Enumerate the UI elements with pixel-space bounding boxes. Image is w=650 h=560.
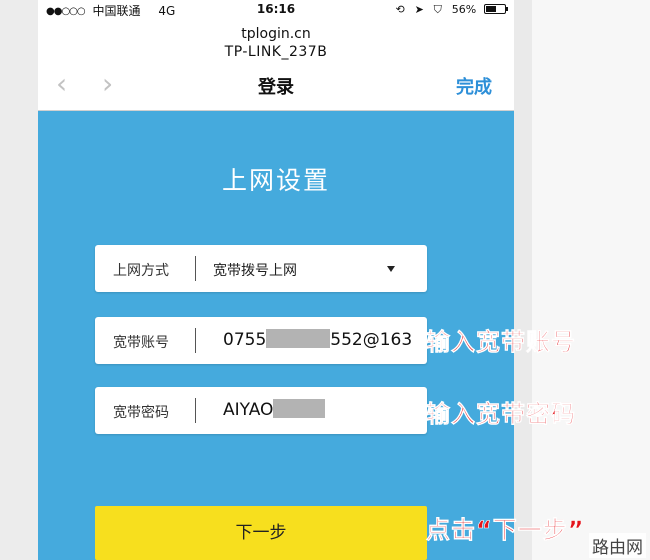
account-label: 宽带账号 [113,335,169,351]
connection-type-select[interactable]: 上网方式 宽带拨号上网 [95,245,427,292]
status-right: ⟲ ➤ ⛉ 56% [390,2,508,17]
annotation-next: 点击“下一步” [426,516,585,545]
account-value-suffix: 552@163 [330,330,413,350]
password-label: 宽带密码 [113,405,169,421]
password-value-prefix: AIYAO [223,400,274,420]
chevron-down-icon[interactable] [387,266,395,272]
connection-type-value: 宽带拨号上网 [213,263,297,279]
account-field[interactable]: 宽带账号 0755 552@163 [95,317,427,364]
account-input[interactable]: 0755 552@163 [223,329,412,350]
watermark: 路由网 [589,533,646,558]
account-value-prefix: 0755 [223,330,267,350]
connection-type-label: 上网方式 [113,263,169,279]
phone-screen: ●●○○○ 中国联通 4G 16:16 ⟲ ➤ ⛉ 56% tplogin.cn… [38,0,514,560]
redaction-mask [266,329,331,348]
done-button[interactable]: 完成 [456,73,492,99]
field-divider [195,398,196,423]
field-divider [195,328,196,353]
phone-bezel-left [0,0,39,560]
location-icon: ➤ [414,3,424,16]
orientation-lock-icon: ⟲ [395,3,405,16]
annotation-account: 输入宽带账号 [426,328,576,357]
shield-icon: ⛉ [433,3,442,16]
status-bar: ●●○○○ 中国联通 4G 16:16 ⟲ ➤ ⛉ 56% [38,0,514,20]
field-divider [195,256,196,281]
battery-percent: 56% [451,3,477,16]
annotation-password: 输入宽带密码 [426,400,576,429]
password-field[interactable]: 宽带密码 AIYAO [95,387,427,434]
page-title: 上网设置 [221,166,330,195]
battery-level [486,6,497,12]
page-title-line: TP-LINK_237B [224,44,328,60]
password-input[interactable]: AIYAO [223,399,326,420]
phone-bezel-right [513,0,650,560]
next-button[interactable]: 下一步 [95,506,427,560]
battery-icon [484,4,508,14]
nav-title: 登录 [258,77,294,98]
navigation-bar: ‹ › 登录 完成 [38,62,514,111]
redaction-mask [273,399,326,418]
address-host[interactable]: tplogin.cn [38,26,514,42]
